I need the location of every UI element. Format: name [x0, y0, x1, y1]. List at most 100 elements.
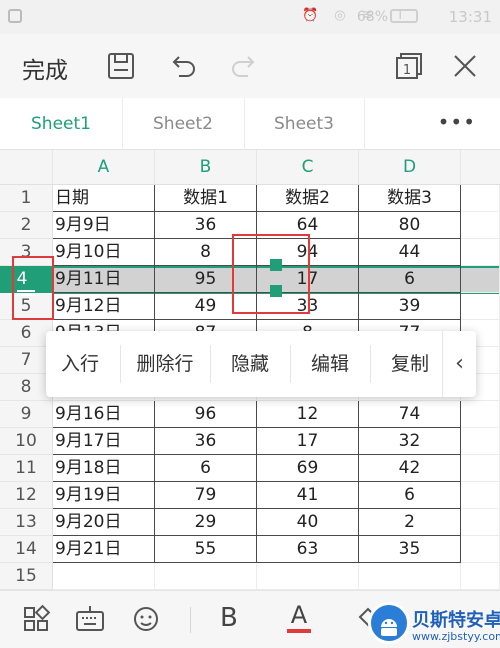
- clock: 13:31: [448, 8, 492, 26]
- cell-a10[interactable]: 9月17日: [53, 428, 155, 455]
- edit-item[interactable]: 编辑: [290, 331, 370, 397]
- cell-e14[interactable]: [461, 536, 500, 563]
- copy-item[interactable]: 复制: [370, 331, 450, 397]
- save-icon[interactable]: [103, 48, 139, 84]
- emoji-icon[interactable]: [128, 601, 164, 637]
- cell-d1[interactable]: 数据3: [359, 185, 461, 212]
- cell-a9[interactable]: 9月16日: [53, 401, 155, 428]
- column-header-a[interactable]: A: [53, 150, 155, 185]
- cell-d14[interactable]: 35: [359, 536, 461, 563]
- cell-b13[interactable]: 29: [155, 509, 257, 536]
- row-header[interactable]: 12: [0, 482, 53, 509]
- cell-e2[interactable]: [461, 212, 500, 239]
- cell-a15[interactable]: [53, 563, 155, 590]
- windows-count-icon[interactable]: 1: [388, 48, 424, 84]
- tab-sheet3[interactable]: Sheet3: [244, 98, 364, 150]
- cell-d12[interactable]: 6: [359, 482, 461, 509]
- close-icon[interactable]: [447, 48, 483, 84]
- cell-b1[interactable]: 数据1: [155, 185, 257, 212]
- tab-divider: [364, 98, 365, 150]
- cell-e12[interactable]: [461, 482, 500, 509]
- cell-d15[interactable]: [359, 563, 461, 590]
- context-menu: 入行 删除行 隐藏 编辑 复制 ‹: [46, 331, 476, 397]
- cell-a13[interactable]: 9月20日: [53, 509, 155, 536]
- cell-a3[interactable]: 9月10日: [53, 239, 155, 266]
- cell-c13[interactable]: 40: [257, 509, 359, 536]
- cell-b9[interactable]: 96: [155, 401, 257, 428]
- cell-e11[interactable]: [461, 455, 500, 482]
- cell-d10[interactable]: 32: [359, 428, 461, 455]
- watermark-title: 贝斯特安卓网: [412, 610, 500, 631]
- cell-c10[interactable]: 17: [257, 428, 359, 455]
- undo-icon[interactable]: [165, 48, 201, 84]
- cell-c1[interactable]: 数据2: [257, 185, 359, 212]
- cell-a4[interactable]: 9月11日: [53, 266, 155, 293]
- row-header[interactable]: 13: [0, 509, 53, 536]
- hide-item[interactable]: 隐藏: [210, 331, 290, 397]
- done-button[interactable]: 完成: [22, 51, 68, 85]
- toolbar-divider: [190, 607, 191, 633]
- corner-cell[interactable]: [0, 150, 53, 185]
- row-header[interactable]: 14: [0, 536, 53, 563]
- cell-a11[interactable]: 9月18日: [53, 455, 155, 482]
- cell-d3[interactable]: 44: [359, 239, 461, 266]
- cell-c14[interactable]: 63: [257, 536, 359, 563]
- cell-e3[interactable]: [461, 239, 500, 266]
- battery-icon: [390, 9, 418, 23]
- battery-percent: 68%: [356, 9, 388, 25]
- column-header-c[interactable]: C: [257, 150, 359, 185]
- watermark-url: www.zjbstyy.com: [412, 630, 500, 643]
- column-header-e[interactable]: [461, 150, 500, 185]
- row-header[interactable]: 2: [0, 212, 53, 239]
- more-tabs-button[interactable]: •••: [438, 110, 476, 134]
- bold-button[interactable]: B: [220, 603, 238, 633]
- cell-e9[interactable]: [461, 401, 500, 428]
- row-header[interactable]: 9: [0, 401, 53, 428]
- cell-e4[interactable]: [461, 266, 500, 293]
- insert-row-item[interactable]: 入行: [46, 331, 120, 397]
- cell-b12[interactable]: 79: [155, 482, 257, 509]
- font-color-button[interactable]: A: [284, 601, 314, 637]
- cell-e1[interactable]: [461, 185, 500, 212]
- cell-c9[interactable]: 12: [257, 401, 359, 428]
- android-logo-icon: [368, 602, 410, 644]
- row-header[interactable]: 10: [0, 428, 53, 455]
- keyboard-icon[interactable]: [72, 601, 108, 637]
- cell-b15[interactable]: [155, 563, 257, 590]
- cell-e10[interactable]: [461, 428, 500, 455]
- cell-e15[interactable]: [461, 563, 500, 590]
- cell-a1[interactable]: 日期: [53, 185, 155, 212]
- cell-d9[interactable]: 74: [359, 401, 461, 428]
- cell-c12[interactable]: 41: [257, 482, 359, 509]
- cell-b10[interactable]: 36: [155, 428, 257, 455]
- cell-a14[interactable]: 9月21日: [53, 536, 155, 563]
- column-header-d[interactable]: D: [359, 150, 461, 185]
- cell-d11[interactable]: 42: [359, 455, 461, 482]
- row-header[interactable]: 15: [0, 563, 53, 590]
- cell-c15[interactable]: [257, 563, 359, 590]
- row-header[interactable]: 11: [0, 455, 53, 482]
- font-color-label: A: [290, 601, 308, 629]
- cell-d2[interactable]: 80: [359, 212, 461, 239]
- column-header-b[interactable]: B: [155, 150, 257, 185]
- cell-b14[interactable]: 55: [155, 536, 257, 563]
- cell-e5[interactable]: [461, 293, 500, 320]
- tab-sheet2[interactable]: Sheet2: [122, 98, 244, 150]
- cell-a5[interactable]: 9月12日: [53, 293, 155, 320]
- cell-b11[interactable]: 6: [155, 455, 257, 482]
- apps-grid-icon[interactable]: [18, 601, 54, 637]
- svg-text:1: 1: [403, 63, 411, 78]
- cell-d13[interactable]: 2: [359, 509, 461, 536]
- chevron-left-icon[interactable]: ‹: [442, 331, 476, 397]
- status-bar: ⏰ ◎ ≋ ıl 68% 13:31: [0, 0, 500, 34]
- cell-c11[interactable]: 69: [257, 455, 359, 482]
- cell-d4[interactable]: 6: [359, 266, 461, 293]
- redo-icon[interactable]: [226, 48, 262, 84]
- delete-row-item[interactable]: 删除行: [120, 331, 210, 397]
- cell-a2[interactable]: 9月9日: [53, 212, 155, 239]
- row-header[interactable]: 1: [0, 185, 53, 212]
- cell-d5[interactable]: 39: [359, 293, 461, 320]
- cell-a12[interactable]: 9月19日: [53, 482, 155, 509]
- tab-sheet1[interactable]: Sheet1: [0, 98, 122, 150]
- cell-e13[interactable]: [461, 509, 500, 536]
